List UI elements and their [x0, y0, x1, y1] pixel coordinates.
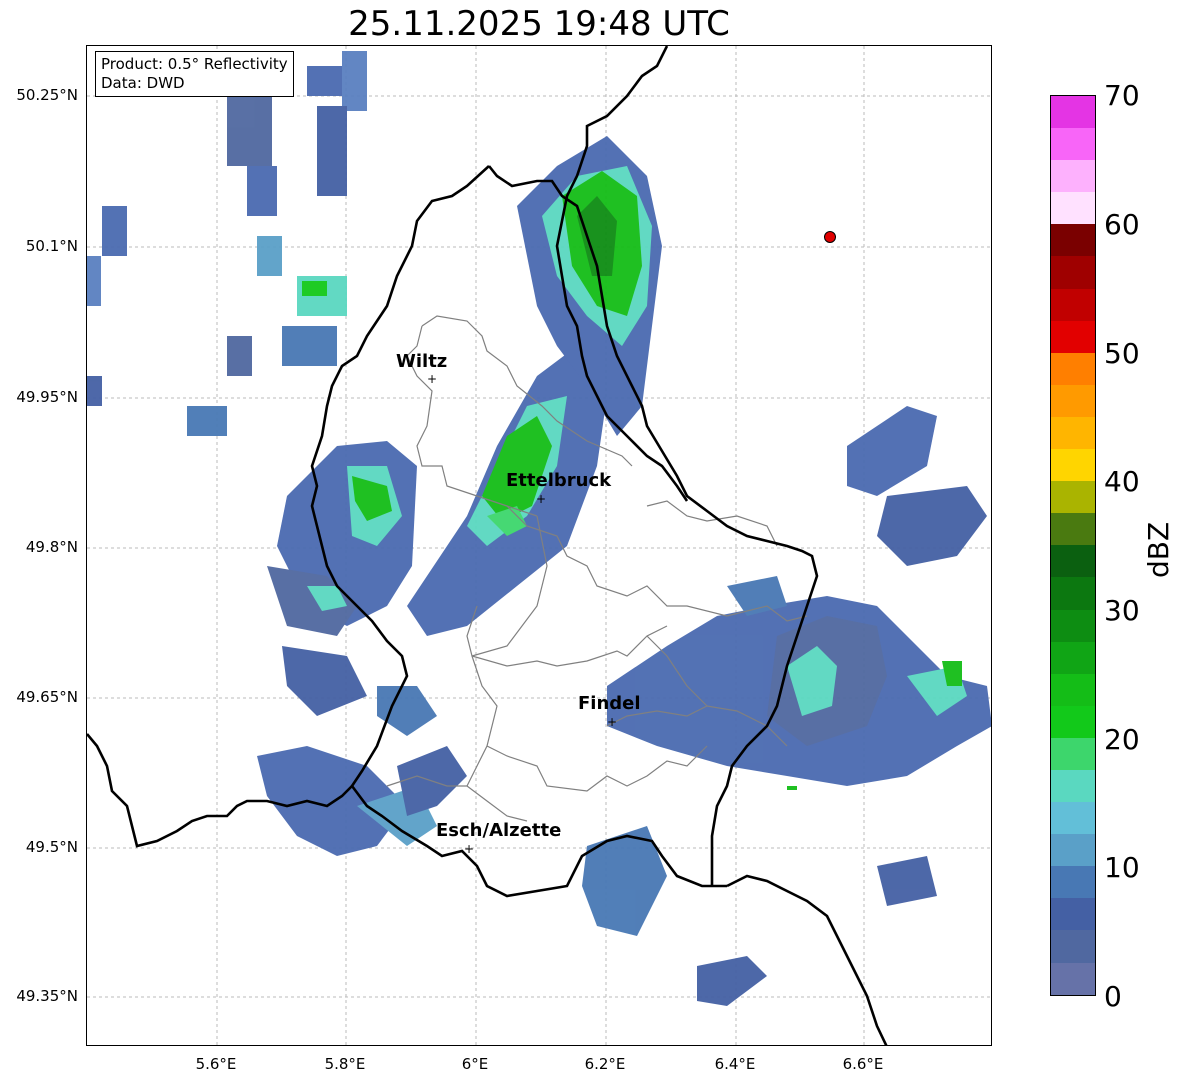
colorbar-segment: [1051, 384, 1095, 417]
colorbar-tick: 20: [1104, 723, 1140, 756]
lat-tick: 49.35°N: [16, 987, 78, 1005]
svg-text:+: +: [536, 492, 546, 506]
colorbar-tick: 0: [1104, 980, 1122, 1013]
red-marker: [824, 231, 836, 243]
colorbar-tick: 10: [1104, 851, 1140, 884]
colorbar-segment: [1051, 737, 1095, 770]
colorbar-tick: 60: [1104, 208, 1140, 241]
map-title: 25.11.2025 19:48 UTC: [348, 4, 730, 44]
colorbar-segment: [1051, 160, 1095, 193]
colorbar-label: dBZ: [1142, 521, 1175, 578]
colorbar-segment: [1051, 769, 1095, 803]
colorbar-tick: 40: [1104, 465, 1140, 498]
city-label-esch: Esch/Alzette: [436, 820, 562, 841]
lat-tick: 49.65°N: [16, 688, 78, 706]
city-label-ettelbruck: Ettelbruck: [506, 470, 612, 491]
colorbar-tick: 70: [1104, 79, 1140, 112]
colorbar-segment: [1051, 834, 1095, 867]
colorbar-segment: [1051, 96, 1095, 129]
colorbar-segment: [1051, 288, 1095, 321]
lon-tick: 6.2°E: [584, 1055, 626, 1073]
lat-tick: 50.1°N: [25, 237, 78, 255]
dbz-colorbar: [1050, 95, 1096, 996]
product-label: Product: 0.5° Reflectivity: [101, 55, 288, 73]
data-source-label: Data: DWD: [101, 74, 185, 92]
radar-map-svg: + + + +: [87, 46, 991, 1045]
lon-tick: 6.4°E: [714, 1055, 756, 1073]
colorbar-segment: [1051, 930, 1095, 963]
colorbar-segment: [1051, 673, 1095, 706]
lon-tick: 5.8°E: [324, 1055, 366, 1073]
lat-tick: 49.8°N: [25, 538, 78, 556]
city-label-findel: Findel: [578, 693, 641, 714]
svg-text:+: +: [427, 372, 437, 386]
colorbar-segment: [1051, 256, 1095, 289]
colorbar-segment: [1051, 898, 1095, 931]
colorbar-segment: [1051, 802, 1095, 835]
colorbar-segment: [1051, 128, 1095, 161]
colorbar-segment: [1051, 641, 1095, 674]
svg-text:+: +: [464, 842, 474, 856]
lat-tick: 49.95°N: [16, 388, 78, 406]
city-label-wiltz: Wiltz: [396, 351, 448, 372]
lat-tick: 49.5°N: [25, 838, 78, 856]
colorbar-segment: [1051, 866, 1095, 899]
colorbar-segment: [1051, 705, 1095, 738]
lon-tick: 6°E: [461, 1055, 489, 1073]
colorbar-segment: [1051, 224, 1095, 257]
colorbar-segment: [1051, 609, 1095, 642]
colorbar-segment: [1051, 577, 1095, 610]
colorbar-segment: [1051, 481, 1095, 514]
radar-map[interactable]: + + + +: [86, 45, 992, 1046]
lat-tick: 50.25°N: [16, 86, 78, 104]
colorbar-segment: [1051, 513, 1095, 546]
colorbar-tick: 50: [1104, 337, 1140, 370]
colorbar-segment: [1051, 320, 1095, 353]
lon-tick: 6.6°E: [842, 1055, 884, 1073]
colorbar-segment: [1051, 545, 1095, 578]
colorbar-tick: 30: [1104, 594, 1140, 627]
colorbar-segment: [1051, 192, 1095, 225]
colorbar-segment: [1051, 962, 1095, 995]
colorbar-segment: [1051, 449, 1095, 482]
colorbar-segment: [1051, 416, 1095, 450]
lon-tick: 5.6°E: [195, 1055, 237, 1073]
svg-text:+: +: [607, 715, 617, 729]
colorbar-segment: [1051, 352, 1095, 385]
product-info-box: Product: 0.5° Reflectivity Data: DWD: [95, 51, 294, 97]
